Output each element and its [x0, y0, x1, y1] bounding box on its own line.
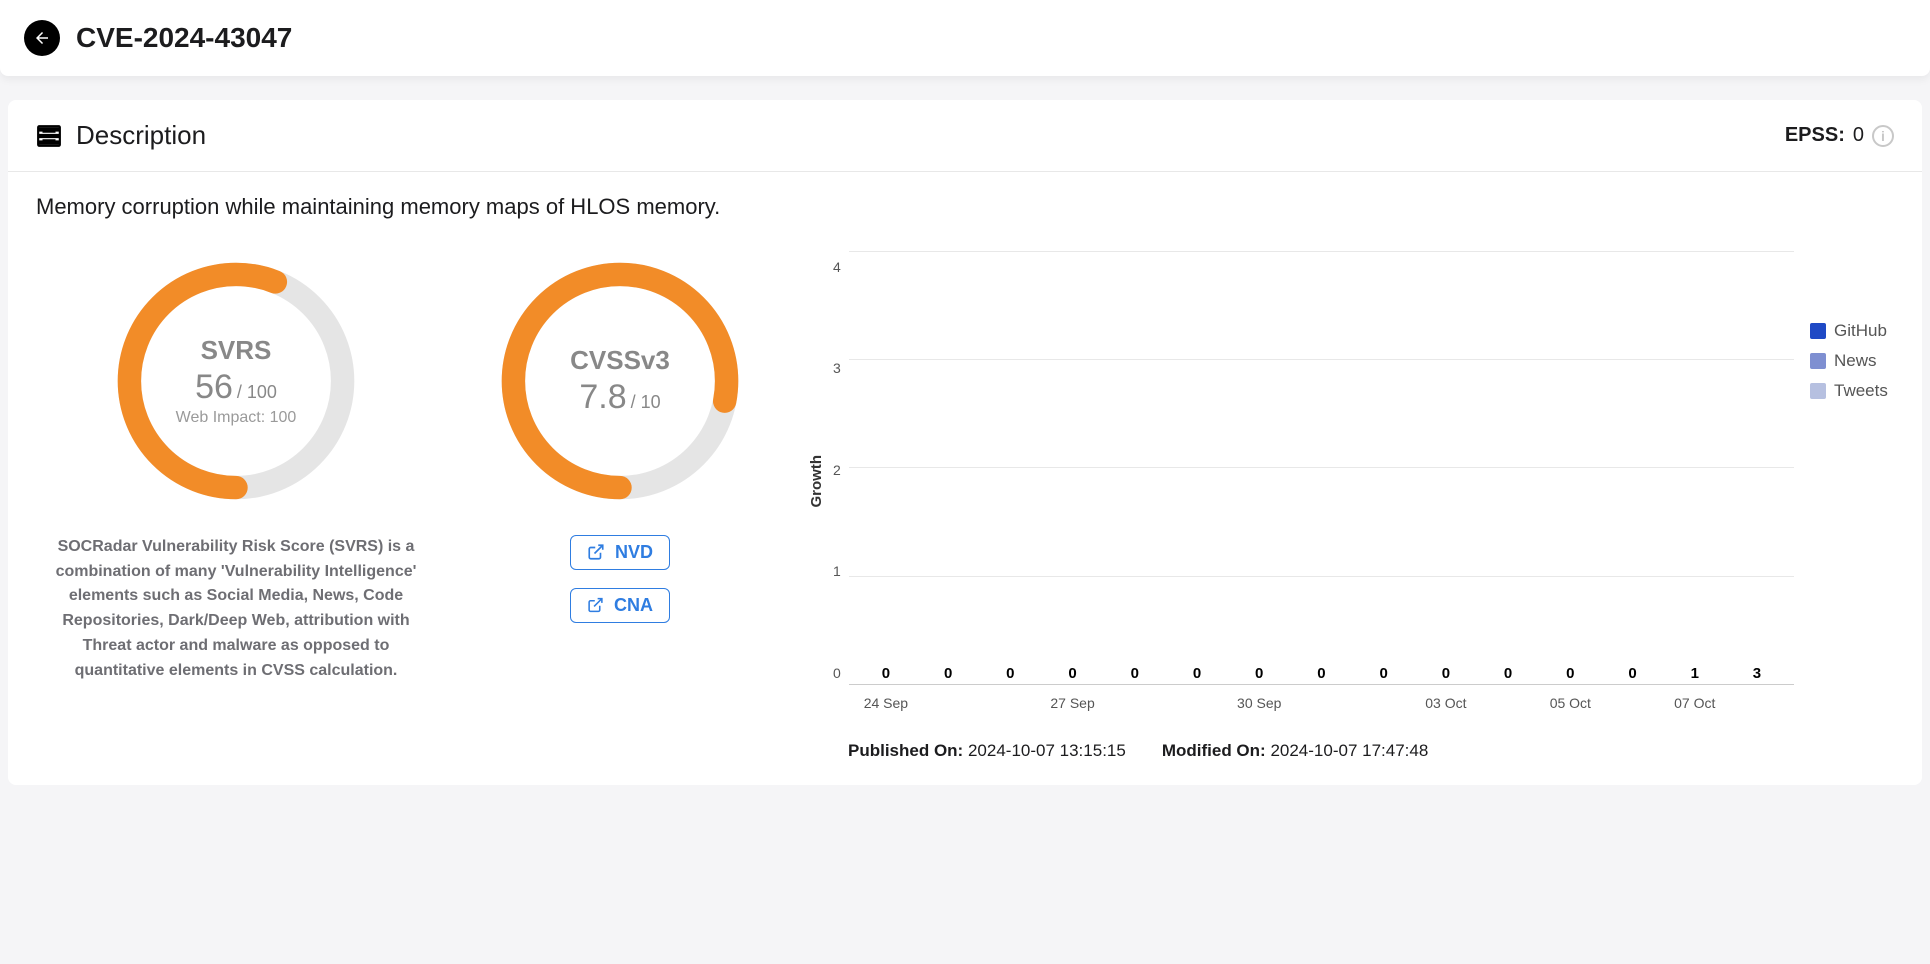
- timestamps: Published On: 2024-10-07 13:15:15 Modifi…: [804, 741, 1894, 761]
- cna-link[interactable]: CNA: [570, 588, 670, 623]
- page-header: CVE-2024-43047: [0, 0, 1930, 76]
- description-card: Description EPSS: 0 i Memory corruption …: [8, 100, 1922, 785]
- epss-value: 0: [1853, 124, 1864, 147]
- modified-value: 2024-10-07 17:47:48: [1270, 741, 1428, 760]
- page-title: CVE-2024-43047: [76, 22, 292, 54]
- chart-legend: GitHub News Tweets: [1794, 251, 1894, 711]
- svrs-value: 56: [195, 368, 233, 407]
- chart-yaxis: 43210: [833, 251, 849, 711]
- growth-chart: Growth 43210 000000000000013 24 Sep27 Se…: [804, 251, 1894, 761]
- chart-bar: 0: [1290, 665, 1352, 684]
- chart-bar: 0: [917, 665, 979, 684]
- chart-plot: 000000000000013: [849, 251, 1794, 685]
- external-link-icon: [587, 542, 605, 562]
- cvss-title: CVSSv3: [570, 345, 670, 376]
- published-label: Published On:: [848, 741, 963, 760]
- back-button[interactable]: [24, 20, 60, 56]
- nvd-link[interactable]: NVD: [570, 535, 670, 570]
- svrs-max: / 100: [237, 382, 277, 403]
- chart-bar: 0: [1228, 665, 1290, 684]
- published-value: 2024-10-07 13:15:15: [968, 741, 1126, 760]
- chart-bar: 0: [1539, 665, 1601, 684]
- legend-item[interactable]: Tweets: [1810, 381, 1894, 401]
- chart-bar: 0: [1104, 665, 1166, 684]
- card-header: Description EPSS: 0 i: [8, 100, 1922, 172]
- back-arrow-icon: [33, 29, 51, 47]
- chart-bar: 0: [1166, 665, 1228, 684]
- card-title: Description: [76, 120, 206, 151]
- legend-item[interactable]: GitHub: [1810, 321, 1894, 341]
- legend-item[interactable]: News: [1810, 351, 1894, 371]
- svrs-sub: Web Impact: 100: [176, 409, 297, 427]
- chart-bar: 3: [1726, 665, 1788, 684]
- modified-label: Modified On:: [1162, 741, 1266, 760]
- chart-bar: 0: [1415, 665, 1477, 684]
- list-icon: [36, 123, 62, 149]
- svrs-title: SVRS: [201, 335, 272, 366]
- description-text: Memory corruption while maintaining memo…: [36, 192, 1894, 223]
- chart-bar: 0: [979, 665, 1041, 684]
- info-icon[interactable]: i: [1872, 125, 1894, 147]
- chart-bar: 0: [1601, 665, 1663, 684]
- external-link-icon: [587, 595, 604, 615]
- epss-display: EPSS: 0 i: [1785, 124, 1894, 147]
- chart-bar: 0: [1477, 665, 1539, 684]
- cvss-metric: CVSSv3 7.8 / 10 NVD: [460, 251, 780, 623]
- chart-ylabel: Growth: [804, 455, 825, 508]
- cvss-max: / 10: [631, 392, 661, 413]
- chart-bar: 0: [1041, 665, 1103, 684]
- chart-bar: 1: [1664, 665, 1726, 684]
- chart-bar: 0: [1353, 665, 1415, 684]
- svrs-metric: SVRS 56 / 100 Web Impact: 100 SOCRadar V…: [36, 251, 436, 684]
- epss-label: EPSS:: [1785, 124, 1845, 147]
- cvss-value: 7.8: [579, 378, 626, 417]
- chart-xaxis: 24 Sep27 Sep30 Sep03 Oct05 Oct07 Oct: [849, 685, 1794, 711]
- svrs-caption: SOCRadar Vulnerability Risk Score (SVRS)…: [46, 535, 426, 684]
- chart-bar: 0: [855, 665, 917, 684]
- nvd-label: NVD: [615, 542, 653, 563]
- cna-label: CNA: [614, 595, 653, 616]
